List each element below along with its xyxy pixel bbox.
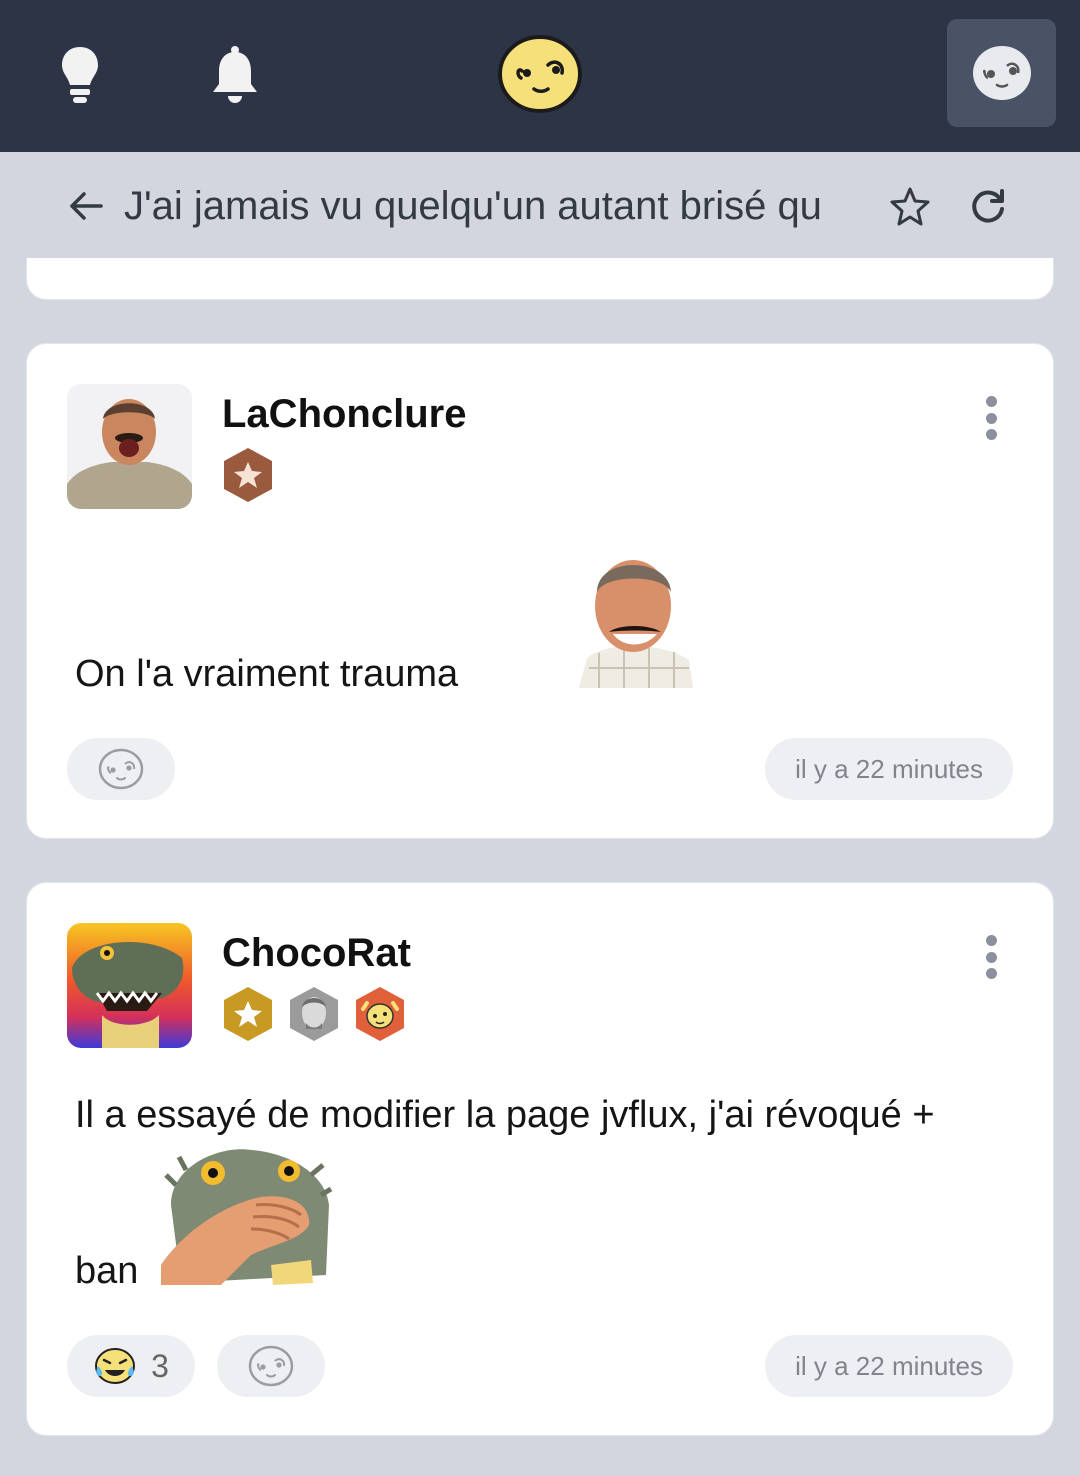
- post-text-line-2: ban: [75, 1250, 139, 1292]
- laughing-man-sticker: [579, 548, 693, 688]
- lizard-hand-sticker: [161, 1145, 333, 1285]
- add-reaction-button[interactable]: [67, 738, 175, 800]
- timestamp: il y a 22 minutes: [765, 1335, 1013, 1397]
- lightbulb-icon[interactable]: [50, 40, 110, 110]
- avatar[interactable]: [67, 384, 192, 509]
- top-navigation-bar: [0, 0, 1080, 152]
- post-text: On l'a vraiment trauma: [75, 653, 459, 695]
- username[interactable]: LaChonclure: [222, 390, 466, 438]
- reaction-tears-of-joy-button[interactable]: 3: [67, 1335, 195, 1397]
- topic-header: J'ai jamais vu quelqu'un autant brisé qu: [0, 152, 1080, 258]
- gray-face-badge[interactable]: [287, 985, 341, 1043]
- post-card: ChocoRat Il a essayé de modifier la page…: [26, 882, 1054, 1436]
- page-title: J'ai jamais vu quelqu'un autant brisé qu: [124, 184, 822, 228]
- refresh-icon[interactable]: [962, 180, 1014, 232]
- add-reaction-icon: [248, 1345, 294, 1387]
- more-options-icon[interactable]: [981, 396, 1001, 440]
- gold-star-badge[interactable]: [221, 985, 275, 1043]
- post-text-line-1: Il a essayé de modifier la page jvflux, …: [75, 1094, 935, 1136]
- add-reaction-icon: [98, 748, 144, 790]
- timestamp: il y a 22 minutes: [765, 738, 1013, 800]
- reaction-count: 3: [151, 1347, 169, 1384]
- tears-of-joy-icon: [95, 1348, 136, 1384]
- logo-smiley-icon[interactable]: [496, 33, 584, 115]
- previous-post-card: [26, 258, 1054, 300]
- arrow-left-icon[interactable]: [62, 182, 110, 230]
- badge-list: [221, 446, 275, 504]
- profile-smiley-icon[interactable]: [947, 19, 1056, 127]
- add-reaction-button[interactable]: [217, 1335, 325, 1397]
- bronze-star-badge[interactable]: [221, 446, 275, 504]
- more-options-icon[interactable]: [981, 935, 1001, 979]
- star-icon[interactable]: [884, 180, 936, 232]
- orange-smiley-badge[interactable]: [353, 985, 407, 1043]
- avatar[interactable]: [67, 923, 192, 1048]
- bell-icon[interactable]: [205, 40, 265, 110]
- username[interactable]: ChocoRat: [222, 929, 411, 977]
- badge-list: [221, 985, 407, 1043]
- post-card: LaChonclure On l'a vraiment trauma il y …: [26, 343, 1054, 839]
